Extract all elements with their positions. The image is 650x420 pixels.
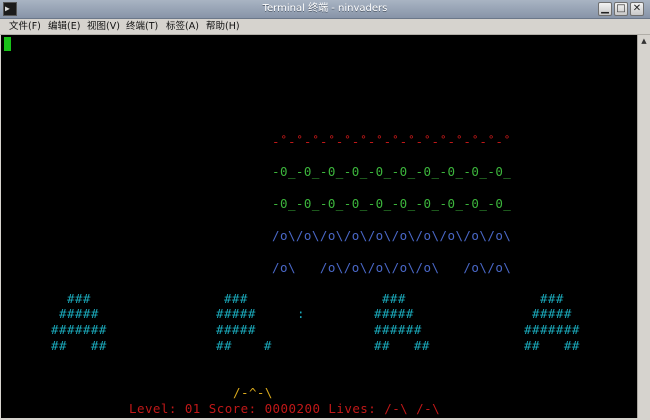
menu-tabs[interactable]: 标签(A) xyxy=(166,20,199,34)
title-bar[interactable]: ▶ Terminal 终端 - ninvaders ▁ □ ✕ xyxy=(0,0,650,19)
window-title: Terminal 终端 - ninvaders xyxy=(262,3,388,14)
menu-view[interactable]: 视图(V) xyxy=(87,20,120,34)
bunker-row: ### xyxy=(524,291,564,306)
bunker-row: ####### xyxy=(51,322,107,337)
menu-edit[interactable]: 编辑(E) xyxy=(48,20,80,34)
terminal-screen[interactable]: -˚-˚-˚-˚-˚-˚-˚-˚-˚-˚-˚-˚-˚-˚-˚ -0_-0_-0_… xyxy=(1,35,637,418)
bunker-row: ## ## xyxy=(524,338,580,353)
menu-help[interactable]: 帮助(H) xyxy=(206,20,240,34)
bunker-row: ## ## xyxy=(366,338,430,353)
invader-row: /o\ /o\/o\/o\/o\/o\ /o\/o\ xyxy=(272,260,512,275)
bullet: : xyxy=(297,306,305,321)
invader-row: -0_-0_-0_-0_-0_-0_-0_-0_-0_-0_ xyxy=(272,164,512,179)
bunker-row: ##### xyxy=(51,306,99,321)
bunker-row: ### xyxy=(51,291,91,306)
bunker-row: ##### xyxy=(524,306,572,321)
bunker-row: ## # xyxy=(208,338,272,353)
bunker-row: ## ## xyxy=(51,338,107,353)
bunker-row: ###### xyxy=(366,322,422,337)
maximize-icon: □ xyxy=(616,3,626,14)
minimize-icon: ▁ xyxy=(601,3,609,14)
maximize-button[interactable]: □ xyxy=(614,2,628,16)
bunker-row: ####### xyxy=(524,322,580,337)
player-ship: /-^-\ xyxy=(233,385,273,400)
bunker-row: ##### xyxy=(208,322,256,337)
menu-terminal[interactable]: 终端(T) xyxy=(126,20,158,34)
invader-row: /o\/o\/o\/o\/o\/o\/o\/o\/o\/o\ xyxy=(272,228,512,243)
status-line: Level: 01 Score: 0000200 Lives: /-\ /-\ xyxy=(129,401,441,416)
terminal-window: ▶ Terminal 终端 - ninvaders ▁ □ ✕ 文件(F) 编辑… xyxy=(0,0,650,420)
invader-row: -0_-0_-0_-0_-0_-0_-0_-0_-0_-0_ xyxy=(272,196,512,211)
menu-bar: 文件(F) 编辑(E) 视图(V) 终端(T) 标签(A) 帮助(H) xyxy=(0,19,650,35)
close-button[interactable]: ✕ xyxy=(630,2,644,16)
bunker-row: ### xyxy=(208,291,248,306)
vertical-scrollbar[interactable]: ▲ xyxy=(637,35,649,418)
text-cursor xyxy=(4,37,11,51)
bunker-row: ##### xyxy=(208,306,256,321)
bunker-row: ##### xyxy=(366,306,414,321)
ufo-row: -˚-˚-˚-˚-˚-˚-˚-˚-˚-˚-˚-˚-˚-˚-˚ xyxy=(272,134,512,149)
scroll-up-icon[interactable]: ▲ xyxy=(639,36,649,46)
bunker-row: ### xyxy=(366,291,406,306)
minimize-button[interactable]: ▁ xyxy=(598,2,612,16)
menu-file[interactable]: 文件(F) xyxy=(9,20,41,34)
close-icon: ✕ xyxy=(632,3,642,14)
